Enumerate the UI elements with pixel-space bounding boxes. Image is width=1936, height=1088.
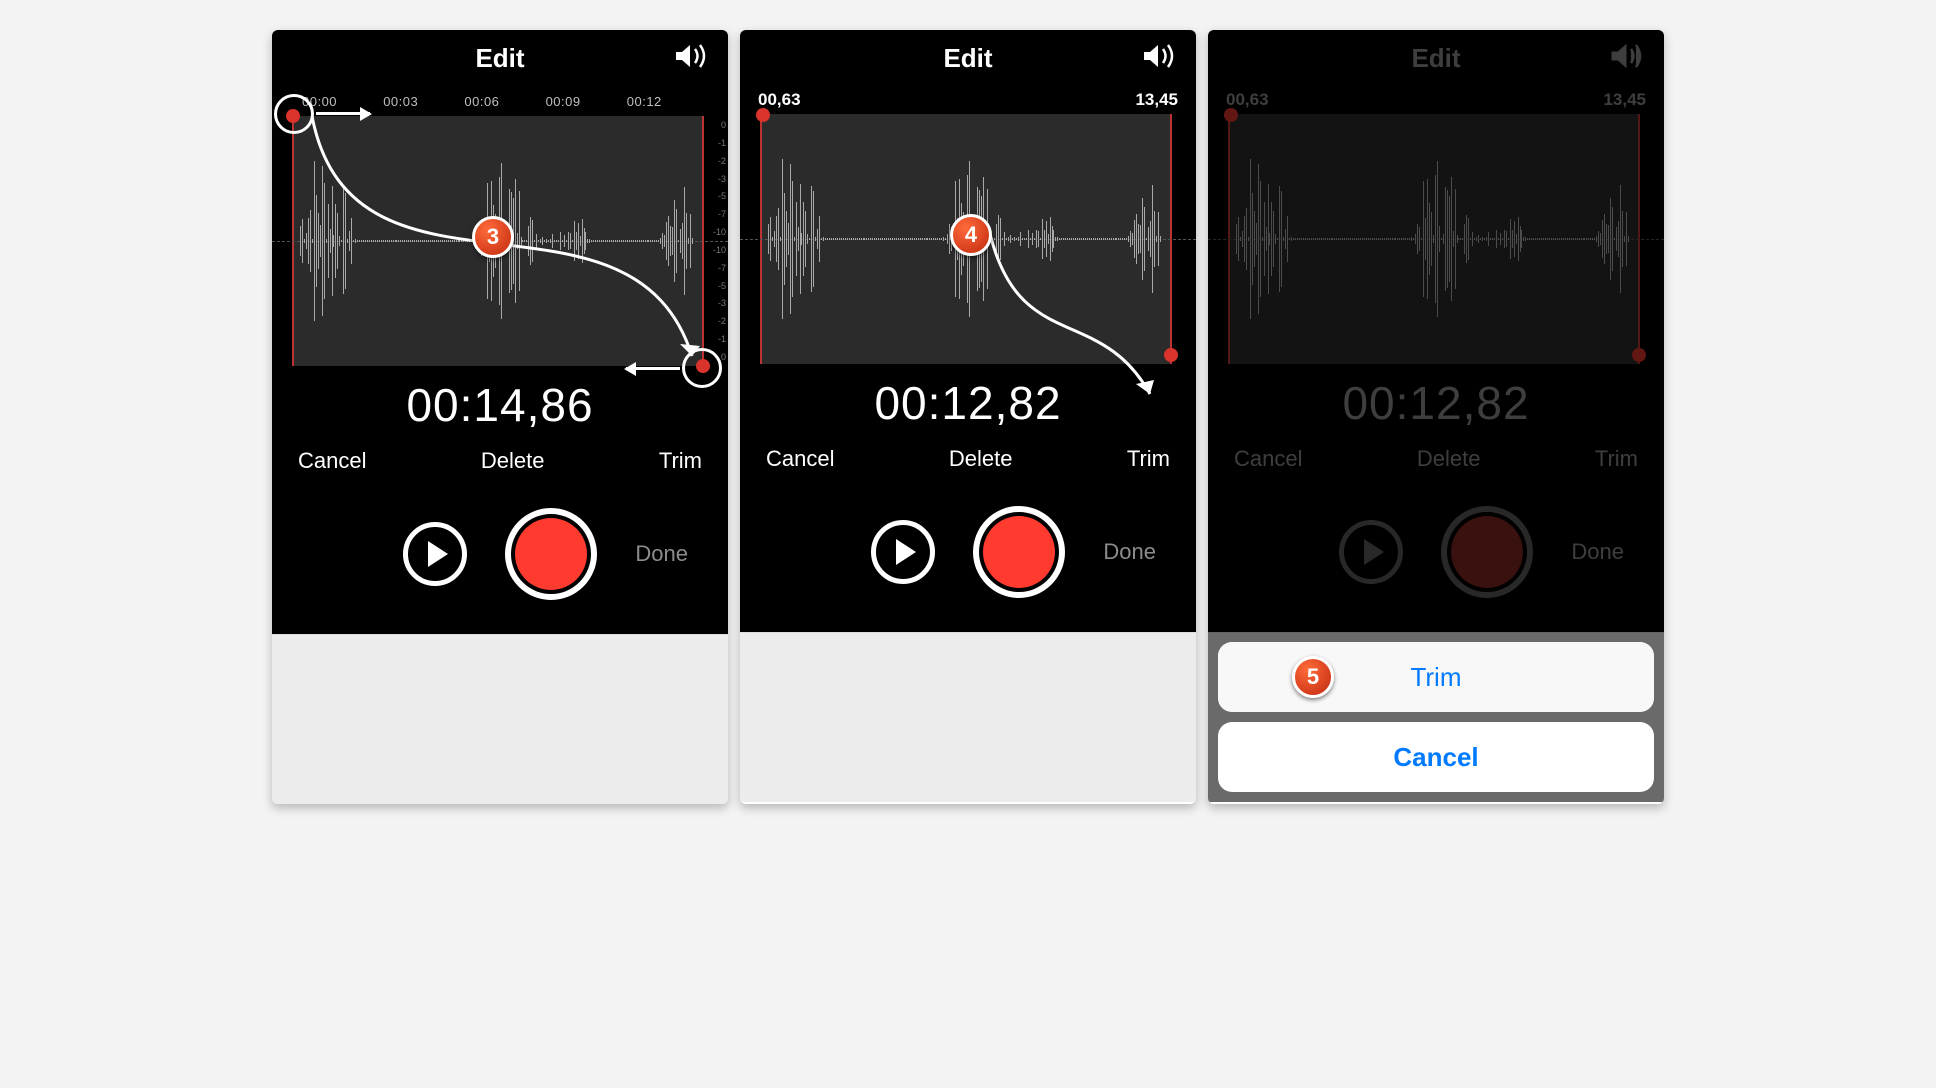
current-time: 00:14,86 [272,366,728,440]
annotation-arrow-left [626,367,680,370]
step-marker: 4 [950,214,992,256]
trim-handle-start[interactable] [756,108,770,122]
tick-label: 00:06 [464,94,499,109]
sheet-trim-label: Trim [1410,662,1461,693]
recordings-list-area [740,632,1196,802]
tick-label: 00:03 [383,94,418,109]
screen-title: Edit [475,43,524,74]
waveform-area[interactable]: 0-1-2-3-5-7-10-10-7-5-3-2-10 3 [272,116,728,366]
trim-start-time: 00,63 [758,90,801,110]
panel-1: Edit 00:00 00:03 00:06 00:09 00:12 [272,30,728,804]
sheet-trim-button[interactable]: 5 Trim [1218,642,1654,712]
recordings-list-area [272,634,728,804]
record-button[interactable] [973,506,1065,598]
trim-range-labels: 00,63 13,45 [740,86,1196,114]
play-button[interactable] [403,522,467,586]
panel-2: Edit 00,63 13,45 [740,30,1196,804]
trim-end-time: 13,45 [1135,90,1178,110]
annotation-circle [274,94,314,134]
delete-button[interactable]: Delete [949,446,1013,472]
panel-3: Edit 00,63 13,45 00:12,82 [1208,30,1664,804]
play-button[interactable] [871,520,935,584]
waveform-area[interactable]: 4 [740,114,1196,364]
trim-handle-end[interactable] [1164,348,1178,362]
db-scale: 0-1-2-3-5-7-10-10-7-5-3-2-10 [706,120,726,362]
sheet-cancel-button[interactable]: Cancel [1218,722,1654,792]
record-button[interactable] [505,508,597,600]
step-marker: 5 [1292,656,1334,698]
annotation-circle [682,348,722,388]
screen-title: Edit [943,43,992,74]
current-time: 00:12,82 [740,364,1196,438]
delete-button[interactable]: Delete [481,448,545,474]
step-marker: 3 [472,216,514,258]
done-button[interactable]: Done [635,541,688,567]
tick-label: 00:09 [546,94,581,109]
play-icon [428,541,448,567]
trim-button[interactable]: Trim [659,448,702,474]
tick-label: 00:12 [627,94,662,109]
action-sheet: 5 Trim Cancel [1218,642,1654,792]
top-bar: Edit [740,30,1196,86]
top-bar: Edit [272,30,728,86]
volume-icon[interactable] [650,42,710,75]
cancel-button[interactable]: Cancel [766,446,834,472]
sheet-cancel-label: Cancel [1393,742,1478,773]
volume-icon[interactable] [1118,42,1178,75]
annotation-arrow-right [316,112,370,115]
trim-button[interactable]: Trim [1127,446,1170,472]
cancel-button[interactable]: Cancel [298,448,366,474]
play-icon [896,539,916,565]
done-button[interactable]: Done [1103,539,1156,565]
